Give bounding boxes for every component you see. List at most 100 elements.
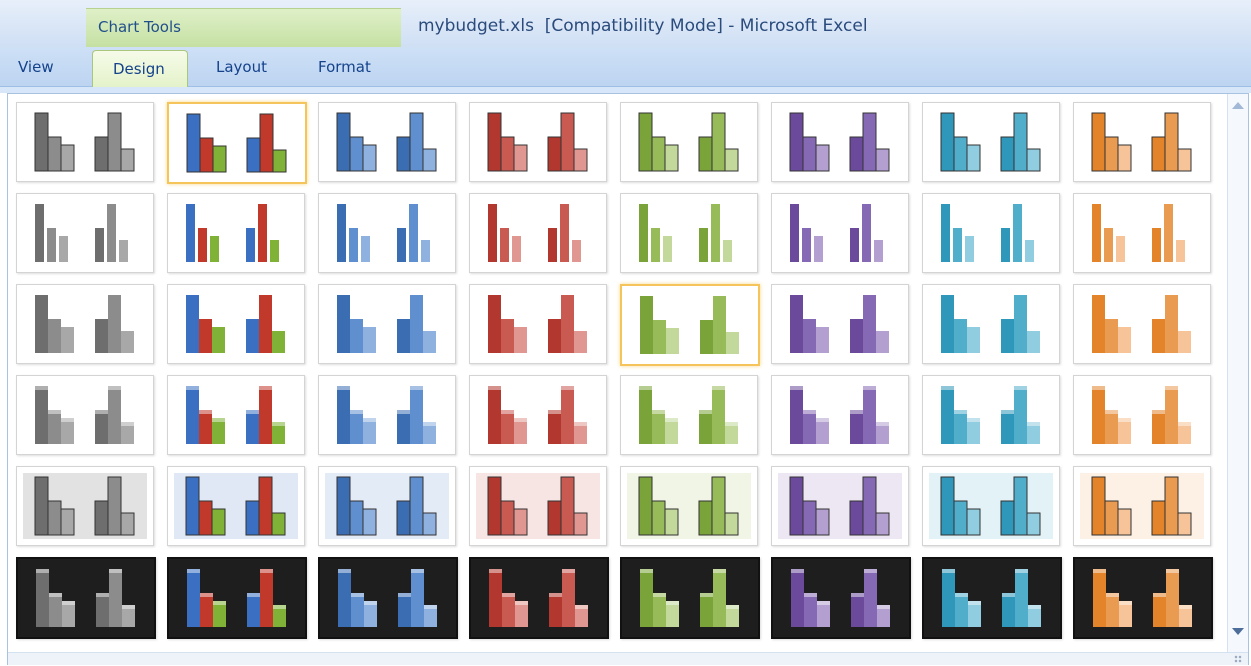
bar-mark	[548, 228, 557, 262]
chart-style-5-4[interactable]	[469, 466, 607, 546]
chart-style-4-3[interactable]	[318, 375, 456, 455]
chart-style-2-7[interactable]	[922, 193, 1060, 273]
bar-mark	[814, 236, 823, 262]
tab-view[interactable]: View	[18, 58, 54, 76]
chart-style-preview-icon	[488, 204, 581, 262]
chart-style-5-6[interactable]	[771, 466, 909, 546]
bar-mark	[562, 569, 575, 627]
chart-style-5-2[interactable]	[167, 466, 305, 546]
bar-mark	[549, 593, 562, 627]
chart-style-1-3[interactable]	[318, 102, 456, 182]
chart-style-1-5[interactable]	[620, 102, 758, 182]
bar-mark	[724, 148, 739, 172]
chart-style-5-7[interactable]	[922, 466, 1060, 546]
chart-style-3-3[interactable]	[318, 284, 456, 364]
chart-style-6-2[interactable]	[167, 557, 307, 639]
chart-style-preview-icon	[640, 569, 739, 627]
chart-style-3-1[interactable]	[16, 284, 154, 364]
chart-style-4-2[interactable]	[167, 375, 305, 455]
chart-style-4-1[interactable]	[16, 375, 154, 455]
title-bar: Chart Tools mybudget.xls [Compatibility …	[0, 0, 1251, 48]
chart-style-3-4[interactable]	[469, 284, 607, 364]
bar-mark	[724, 512, 739, 536]
bar-mark	[513, 508, 528, 536]
bar-mark	[967, 327, 980, 353]
chart-style-5-8[interactable]	[1073, 466, 1211, 546]
chart-style-2-2[interactable]	[167, 193, 305, 273]
bar-mark	[815, 508, 830, 536]
chart-style-3-5[interactable]	[620, 284, 760, 366]
chart-style-4-8[interactable]	[1073, 375, 1211, 455]
bar-mark	[247, 593, 260, 627]
bar-mark	[95, 319, 108, 353]
chart-style-1-8[interactable]	[1073, 102, 1211, 182]
bar-mark	[698, 136, 713, 172]
chart-style-5-3[interactable]	[318, 466, 456, 546]
bar-mark	[1177, 148, 1192, 172]
bar-mark	[108, 295, 121, 353]
scroll-down-icon[interactable]	[1232, 628, 1244, 635]
chart-style-6-5[interactable]	[620, 557, 760, 639]
chart-style-5-5[interactable]	[620, 466, 758, 546]
chart-style-preview-icon	[639, 204, 732, 262]
chart-style-6-6[interactable]	[771, 557, 911, 639]
resize-grip-icon[interactable]	[1234, 655, 1242, 663]
bar-mark	[409, 476, 424, 536]
chart-style-2-3[interactable]	[318, 193, 456, 273]
tab-layout[interactable]: Layout	[216, 58, 267, 76]
gallery-scrollbar[interactable]	[1227, 94, 1248, 654]
chart-style-2-4[interactable]	[469, 193, 607, 273]
bar-mark	[876, 331, 889, 353]
chart-style-preview-icon	[35, 204, 128, 262]
bar-mark	[246, 410, 259, 444]
bar-mark	[698, 500, 713, 536]
chart-style-1-6[interactable]	[771, 102, 909, 182]
bar-mark	[1166, 569, 1179, 627]
chart-style-6-1[interactable]	[16, 557, 156, 639]
chart-style-3-2[interactable]	[167, 284, 305, 364]
chart-style-1-4[interactable]	[469, 102, 607, 182]
bar-mark	[422, 148, 437, 172]
bar-mark	[350, 319, 363, 353]
chart-style-6-4[interactable]	[469, 557, 609, 639]
bar-mark	[1151, 136, 1166, 172]
chart-style-3-6[interactable]	[771, 284, 909, 364]
chart-style-preview-icon	[23, 473, 147, 539]
chart-style-1-1[interactable]	[16, 102, 154, 182]
chart-style-2-6[interactable]	[771, 193, 909, 273]
bar-mark	[200, 593, 213, 627]
bar-mark	[246, 319, 259, 353]
bar-mark	[849, 136, 864, 172]
chart-style-6-7[interactable]	[922, 557, 1062, 639]
bar-mark	[711, 112, 726, 172]
chart-style-6-8[interactable]	[1073, 557, 1213, 639]
bar-mark	[572, 240, 581, 262]
scroll-up-icon[interactable]	[1232, 102, 1244, 109]
tab-design[interactable]: Design	[92, 50, 188, 89]
chart-style-5-1[interactable]	[16, 466, 154, 546]
chart-style-6-3[interactable]	[318, 557, 458, 639]
chart-style-3-7[interactable]	[922, 284, 1060, 364]
chart-style-4-5[interactable]	[620, 375, 758, 455]
bar-mark	[1093, 569, 1106, 627]
chart-style-preview-icon	[790, 295, 889, 353]
chart-style-1-7[interactable]	[922, 102, 1060, 182]
chart-style-4-4[interactable]	[469, 375, 607, 455]
bar-mark	[409, 112, 424, 172]
tab-format[interactable]: Format	[318, 58, 371, 76]
gallery-resize-bar[interactable]	[8, 652, 1248, 665]
chart-style-preview-icon	[337, 204, 430, 262]
bar-mark	[1026, 148, 1041, 172]
bar-mark	[245, 500, 260, 536]
chart-style-4-7[interactable]	[922, 375, 1060, 455]
bar-mark	[186, 113, 201, 173]
bar-mark	[940, 476, 955, 536]
chart-style-1-2[interactable]	[167, 102, 307, 184]
chart-style-4-6[interactable]	[771, 375, 909, 455]
chart-style-preview-icon	[1093, 569, 1192, 627]
bar-mark	[47, 228, 56, 262]
chart-style-3-8[interactable]	[1073, 284, 1211, 364]
chart-style-2-1[interactable]	[16, 193, 154, 273]
chart-style-2-5[interactable]	[620, 193, 758, 273]
chart-style-2-8[interactable]	[1073, 193, 1211, 273]
